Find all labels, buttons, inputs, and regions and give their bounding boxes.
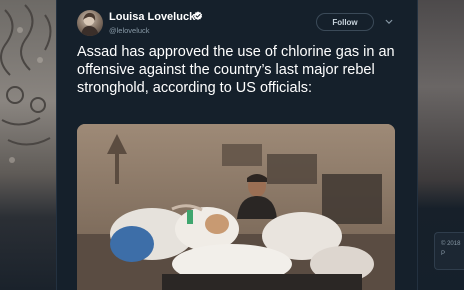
ornamental-grille-decoration xyxy=(0,4,52,163)
copyright-text: © 2018 xyxy=(441,241,461,247)
tweet-card: Louisa Loveluck @leloveluck Follow Assad… xyxy=(56,0,418,290)
author-handle[interactable]: @leloveluck xyxy=(109,26,150,35)
attached-photo xyxy=(77,124,395,290)
avatar[interactable] xyxy=(77,10,103,36)
footer-truncated-text: P xyxy=(441,251,446,257)
author-name[interactable]: Louisa Loveluck xyxy=(109,11,195,23)
chevron-down-icon[interactable] xyxy=(385,18,393,26)
tweet-photo[interactable] xyxy=(77,124,395,290)
follow-button[interactable]: Follow xyxy=(316,13,374,31)
sidebar-footer-card: © 2018 P xyxy=(434,232,464,270)
background-wallpaper-left xyxy=(0,0,56,290)
verified-badge-icon xyxy=(193,11,203,21)
tweet-text: Assad has approved the use of chlorine g… xyxy=(77,44,395,96)
profile-photo-icon xyxy=(81,12,99,36)
